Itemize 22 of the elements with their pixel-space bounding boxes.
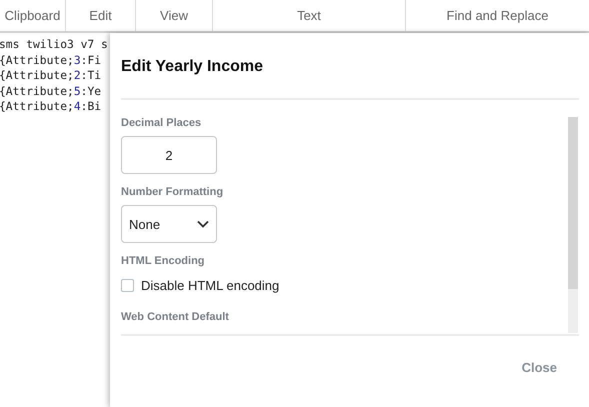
field-label: Number Formatting (121, 186, 224, 198)
checkbox[interactable] (121, 279, 134, 292)
ribbon-tab[interactable]: Clipboard (0, 0, 66, 31)
field-label: Decimal Places (121, 117, 202, 129)
field-label: HTML Encoding (121, 255, 205, 267)
chevron-down-icon (197, 220, 209, 228)
ribbon-tab[interactable]: Text (213, 0, 406, 31)
ribbon-tab[interactable]: Find and Replace (406, 0, 589, 31)
ribbon-tab[interactable]: Edit (66, 0, 136, 31)
code-line: {Attribute;5:Ye (0, 84, 102, 99)
code-line: sms twilio3 v7 s (0, 37, 108, 52)
checkbox-label: Disable HTML encoding (141, 278, 280, 293)
code-line: {Attribute;3:Fi (0, 52, 102, 68)
code-line: {Attribute;2:Ti (0, 68, 102, 84)
number-format-dropdown[interactable]: None (121, 205, 217, 243)
decimal-places-input[interactable]: 2 (121, 136, 217, 174)
dialog-title: Edit Yearly Income (121, 33, 579, 100)
ribbon-tab[interactable]: View (136, 0, 213, 31)
field-label: Web Content Default (121, 311, 229, 323)
code-line: {Attribute;4:Bi (0, 99, 102, 114)
close-button[interactable]: Close (522, 358, 557, 378)
scrollbar[interactable] (568, 117, 578, 333)
